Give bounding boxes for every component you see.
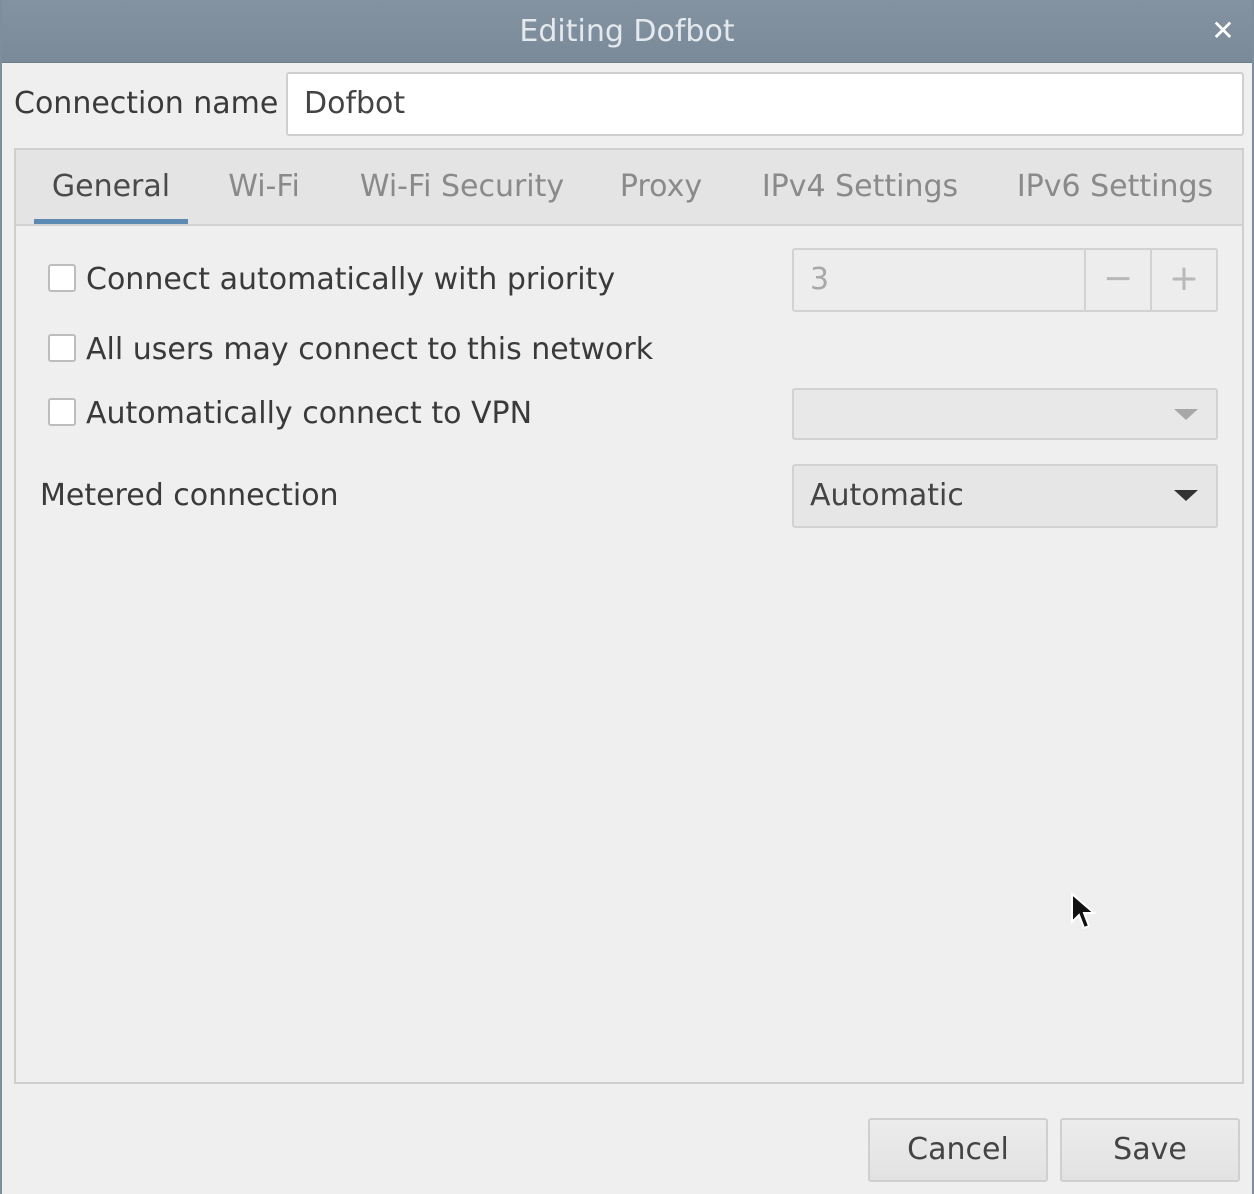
titlebar[interactable]: Editing Dofbot ✕ [2,0,1252,63]
auto-vpn-checkbox[interactable] [48,398,76,426]
edit-connection-dialog: Editing Dofbot ✕ Connection name Dofbot … [0,0,1254,1194]
metered-connection-label: Metered connection [40,478,339,513]
chevron-down-icon [1174,409,1198,420]
tab-ipv6-settings[interactable]: IPv6 Settings [1004,150,1226,224]
tab-general[interactable]: General [34,150,188,224]
close-icon[interactable]: ✕ [1208,14,1238,48]
cancel-button[interactable]: Cancel [868,1118,1048,1182]
metered-connection-value: Automatic [810,478,964,513]
connection-name-label: Connection name [14,86,279,121]
settings-notebook: General Wi-Fi Wi-Fi Security Proxy IPv4 … [14,148,1244,1084]
vpn-select[interactable] [792,388,1218,440]
connection-name-input[interactable]: Dofbot [286,72,1244,136]
tab-ipv4-settings[interactable]: IPv4 Settings [752,150,968,224]
tab-proxy[interactable]: Proxy [606,150,716,224]
all-users-checkbox[interactable] [48,334,76,362]
increment-button[interactable]: + [1150,250,1216,310]
auto-vpn-label[interactable]: Automatically connect to VPN [86,394,532,434]
auto-connect-label[interactable]: Connect automatically with priority [86,260,615,300]
tab-wifi[interactable]: Wi-Fi [212,150,316,224]
auto-connect-checkbox[interactable] [48,264,76,292]
priority-value[interactable]: 3 [810,250,829,310]
save-button[interactable]: Save [1060,1118,1240,1182]
window-title: Editing Dofbot [519,14,735,49]
chevron-down-icon [1174,490,1198,501]
tab-wifi-security[interactable]: Wi-Fi Security [352,150,572,224]
mouse-pointer-icon [1071,892,1097,930]
tab-bar: General Wi-Fi Wi-Fi Security Proxy IPv4 … [16,150,1242,226]
metered-connection-select[interactable]: Automatic [792,464,1218,528]
all-users-label[interactable]: All users may connect to this network [86,330,653,370]
decrement-button[interactable]: − [1084,250,1150,310]
priority-spinbutton[interactable]: 3 − + [792,248,1218,312]
